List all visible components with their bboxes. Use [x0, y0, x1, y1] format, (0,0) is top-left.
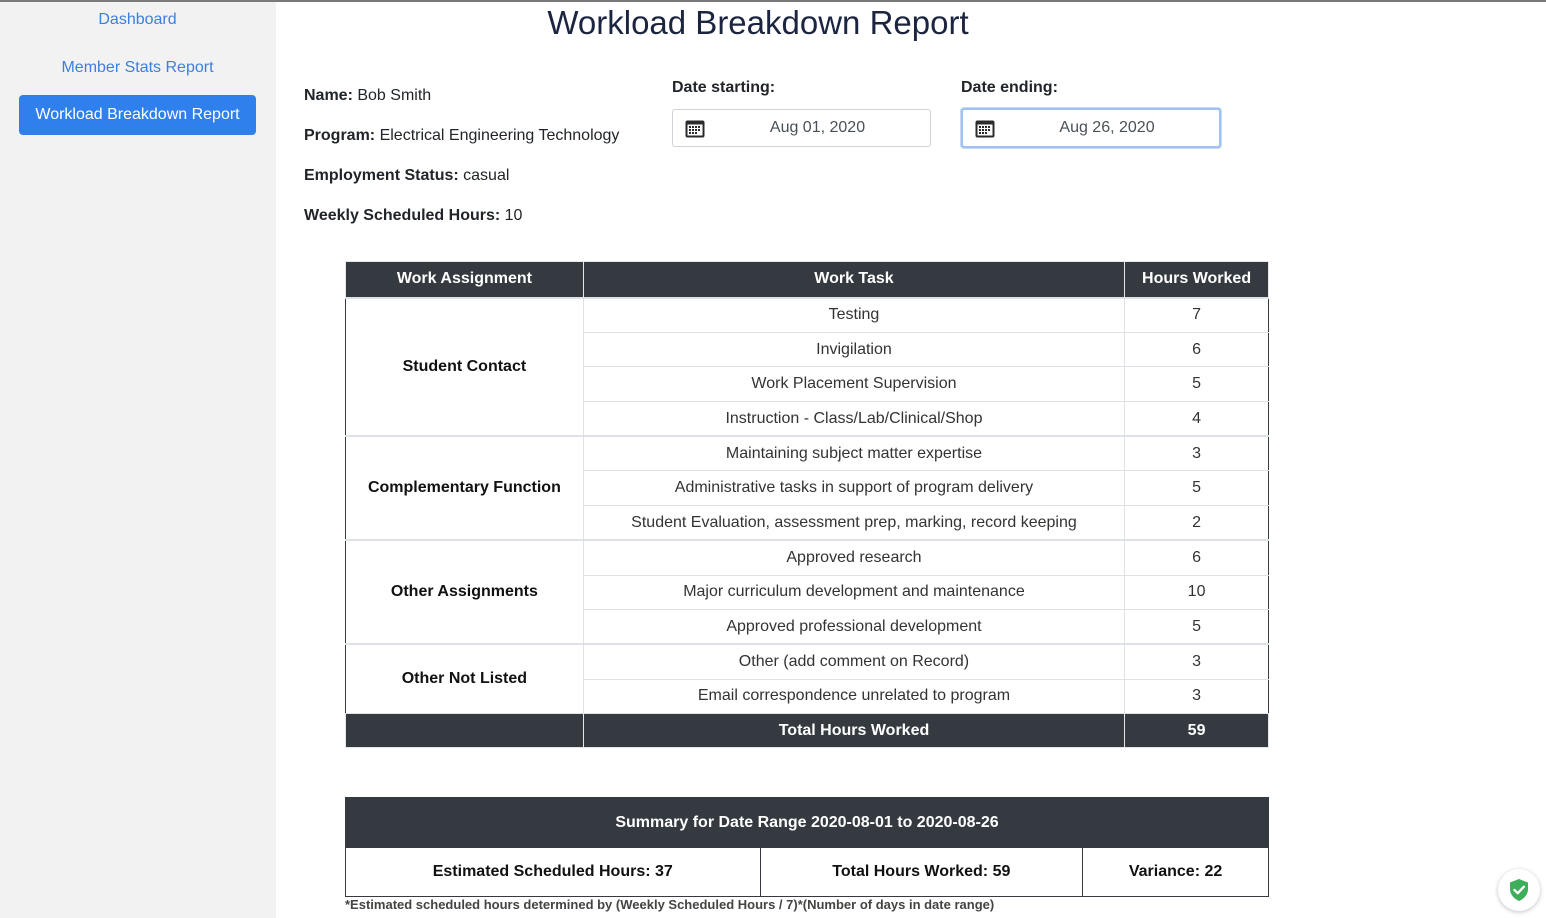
date-start-label: Date starting: — [672, 79, 776, 96]
task-cell: Work Placement Supervision — [582, 366, 1126, 403]
hours-cell: 3 — [1124, 435, 1269, 472]
sidebar: Dashboard Member Stats Report Workload B… — [0, 2, 276, 918]
workload-table: Work Assignment Work Task Hours Worked S… — [345, 261, 1269, 749]
task-cell: Major curriculum development and mainten… — [582, 574, 1126, 611]
summary-footnote: *Estimated scheduled hours determined by… — [345, 897, 995, 912]
shield-badge[interactable] — [1498, 869, 1540, 911]
summary-row: Estimated Scheduled Hours: 37 Total Hour… — [345, 847, 1269, 897]
member-weekly-hours: Weekly Scheduled Hours: 10 — [304, 207, 522, 225]
summary-title: Summary for Date Range 2020-08-01 to 202… — [345, 797, 1269, 848]
summary-variance: Variance: 22 — [1082, 847, 1269, 897]
hours-cell: 10 — [1124, 574, 1269, 611]
total-empty-cell — [345, 713, 584, 749]
member-name-value: Bob Smith — [357, 87, 432, 104]
column-header-work-task: Work Task — [582, 261, 1126, 298]
assignment-cell: Other Assignments — [345, 539, 584, 645]
date-start-picker[interactable]: Aug 01, 2020 — [672, 109, 931, 147]
member-weekly-label: Weekly Scheduled Hours: — [304, 207, 501, 224]
member-program-label: Program: — [304, 127, 376, 144]
member-program-value: Electrical Engineering Technology — [379, 127, 620, 144]
task-cell: Invigilation — [582, 331, 1126, 368]
hours-cell: 3 — [1124, 678, 1269, 715]
hours-cell: 5 — [1124, 470, 1269, 507]
table-header-row: Work Assignment Work Task Hours Worked — [345, 261, 1269, 298]
assignment-cell: Other Not Listed — [345, 643, 584, 715]
task-cell: Approved research — [582, 539, 1126, 576]
task-cell: Email correspondence unrelated to progra… — [582, 678, 1126, 715]
task-cell: Testing — [582, 296, 1126, 333]
table-row: Complementary Function Maintaining subje… — [345, 435, 1269, 541]
nav-item-member-stats-report[interactable]: Member Stats Report — [19, 48, 256, 88]
member-name: Name: Bob Smith — [304, 87, 431, 105]
member-name-label: Name: — [304, 87, 353, 104]
column-header-hours-worked: Hours Worked — [1124, 261, 1269, 298]
task-cell: Student Evaluation, assessment prep, mar… — [582, 505, 1126, 541]
table-row: Other Not Listed Other (add comment on R… — [345, 643, 1269, 715]
task-cell: Approved professional development — [582, 609, 1126, 645]
summary-estimated-hours: Estimated Scheduled Hours: 37 — [345, 847, 761, 897]
summary-table: Summary for Date Range 2020-08-01 to 202… — [345, 797, 1269, 897]
nav-item-dashboard[interactable]: Dashboard — [19, 0, 256, 40]
task-cell: Maintaining subject matter expertise — [582, 435, 1126, 472]
task-cell: Administrative tasks in support of progr… — [582, 470, 1126, 507]
column-header-work-assignment: Work Assignment — [345, 261, 584, 298]
page-title: Workload Breakdown Report — [547, 4, 969, 41]
table-row: Student Contact Testing 7 — [345, 296, 1269, 437]
hours-cell: 7 — [1124, 296, 1269, 333]
hours-cell: 2 — [1124, 505, 1269, 541]
total-value: 59 — [1124, 713, 1269, 749]
date-end-label: Date ending: — [961, 79, 1058, 96]
date-end-picker[interactable]: Aug 26, 2020 — [961, 108, 1221, 148]
nav-item-workload-breakdown-report[interactable]: Workload Breakdown Report — [19, 95, 256, 135]
hours-cell: 6 — [1124, 331, 1269, 368]
hours-cell: 3 — [1124, 643, 1269, 680]
assignment-cell: Complementary Function — [345, 435, 584, 541]
calendar-icon — [975, 120, 995, 138]
member-status-label: Employment Status: — [304, 167, 459, 184]
task-cell: Instruction - Class/Lab/Clinical/Shop — [582, 401, 1126, 437]
hours-cell: 4 — [1124, 401, 1269, 437]
summary-total-hours: Total Hours Worked: 59 — [759, 847, 1084, 897]
member-weekly-value: 10 — [504, 207, 523, 224]
task-cell: Other (add comment on Record) — [582, 643, 1126, 680]
total-label: Total Hours Worked — [582, 713, 1126, 749]
member-employment-status: Employment Status: casual — [304, 167, 509, 185]
table-row: Other Assignments Approved research 6 — [345, 539, 1269, 645]
assignment-cell: Student Contact — [345, 296, 584, 437]
hours-cell: 5 — [1124, 609, 1269, 645]
member-program: Program: Electrical Engineering Technolo… — [304, 127, 619, 145]
date-start-value: Aug 01, 2020 — [769, 119, 866, 136]
date-end-value: Aug 26, 2020 — [1059, 119, 1155, 136]
shield-check-icon — [1510, 879, 1528, 901]
total-row: Total Hours Worked 59 — [345, 713, 1269, 749]
hours-cell: 6 — [1124, 539, 1269, 576]
hours-cell: 5 — [1124, 366, 1269, 403]
member-status-value: casual — [463, 167, 510, 184]
calendar-icon — [685, 120, 705, 138]
